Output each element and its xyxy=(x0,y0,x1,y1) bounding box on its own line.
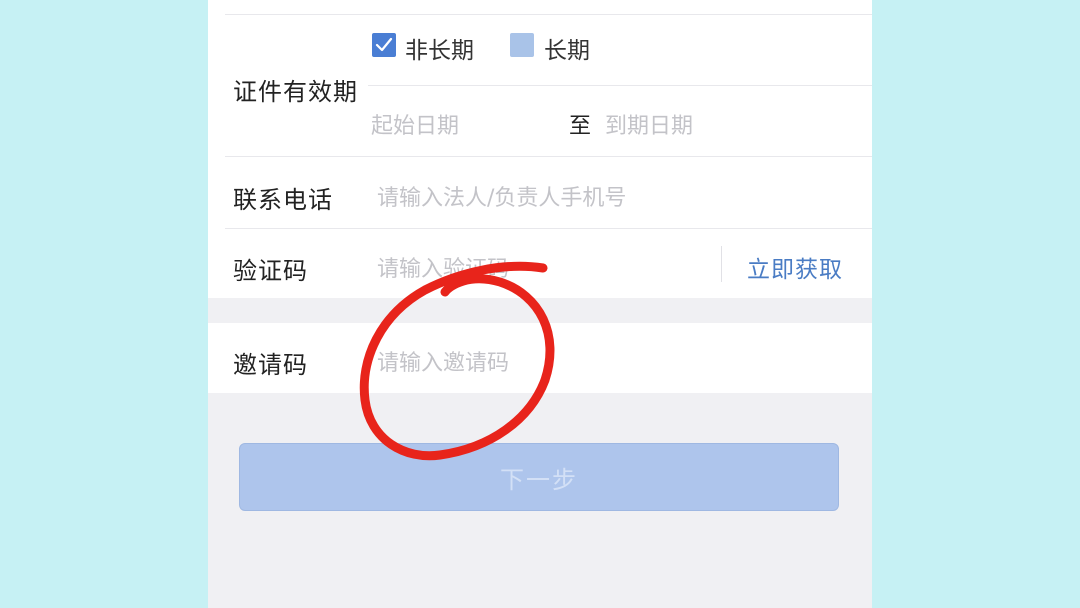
code-label: 验证码 xyxy=(233,257,308,285)
invite-label: 邀请码 xyxy=(233,351,308,379)
checked-checkbox-icon[interactable] xyxy=(372,33,396,57)
next-button[interactable]: 下一步 xyxy=(239,443,839,511)
vertical-divider xyxy=(721,246,722,282)
invite-card: 邀请码 请输入邀请码 xyxy=(208,323,872,393)
form-card: 证件有效期 非长期 长期 起始日期 至 到期日期 联系电话 请输入法人/负责人手… xyxy=(208,0,872,298)
start-date-input[interactable]: 起始日期 xyxy=(371,108,459,140)
phone-screen: 证件有效期 非长期 长期 起始日期 至 到期日期 联系电话 请输入法人/负责人手… xyxy=(208,0,872,608)
phone-label: 联系电话 xyxy=(233,186,333,214)
unchecked-checkbox-icon[interactable] xyxy=(510,33,534,57)
option-long-term-label: 长期 xyxy=(544,38,590,64)
option-non-long-term-label: 非长期 xyxy=(405,38,474,64)
invite-input[interactable]: 请输入邀请码 xyxy=(377,345,509,377)
get-code-button[interactable]: 立即获取 xyxy=(747,250,843,284)
divider xyxy=(225,156,872,157)
divider xyxy=(368,85,872,86)
end-date-input[interactable]: 到期日期 xyxy=(605,108,693,140)
divider xyxy=(225,228,872,229)
divider xyxy=(225,14,872,15)
date-range-separator: 至 xyxy=(569,114,592,139)
validity-label: 证件有效期 xyxy=(233,78,358,106)
code-input[interactable]: 请输入验证码 xyxy=(377,251,509,283)
phone-input[interactable]: 请输入法人/负责人手机号 xyxy=(377,180,626,212)
